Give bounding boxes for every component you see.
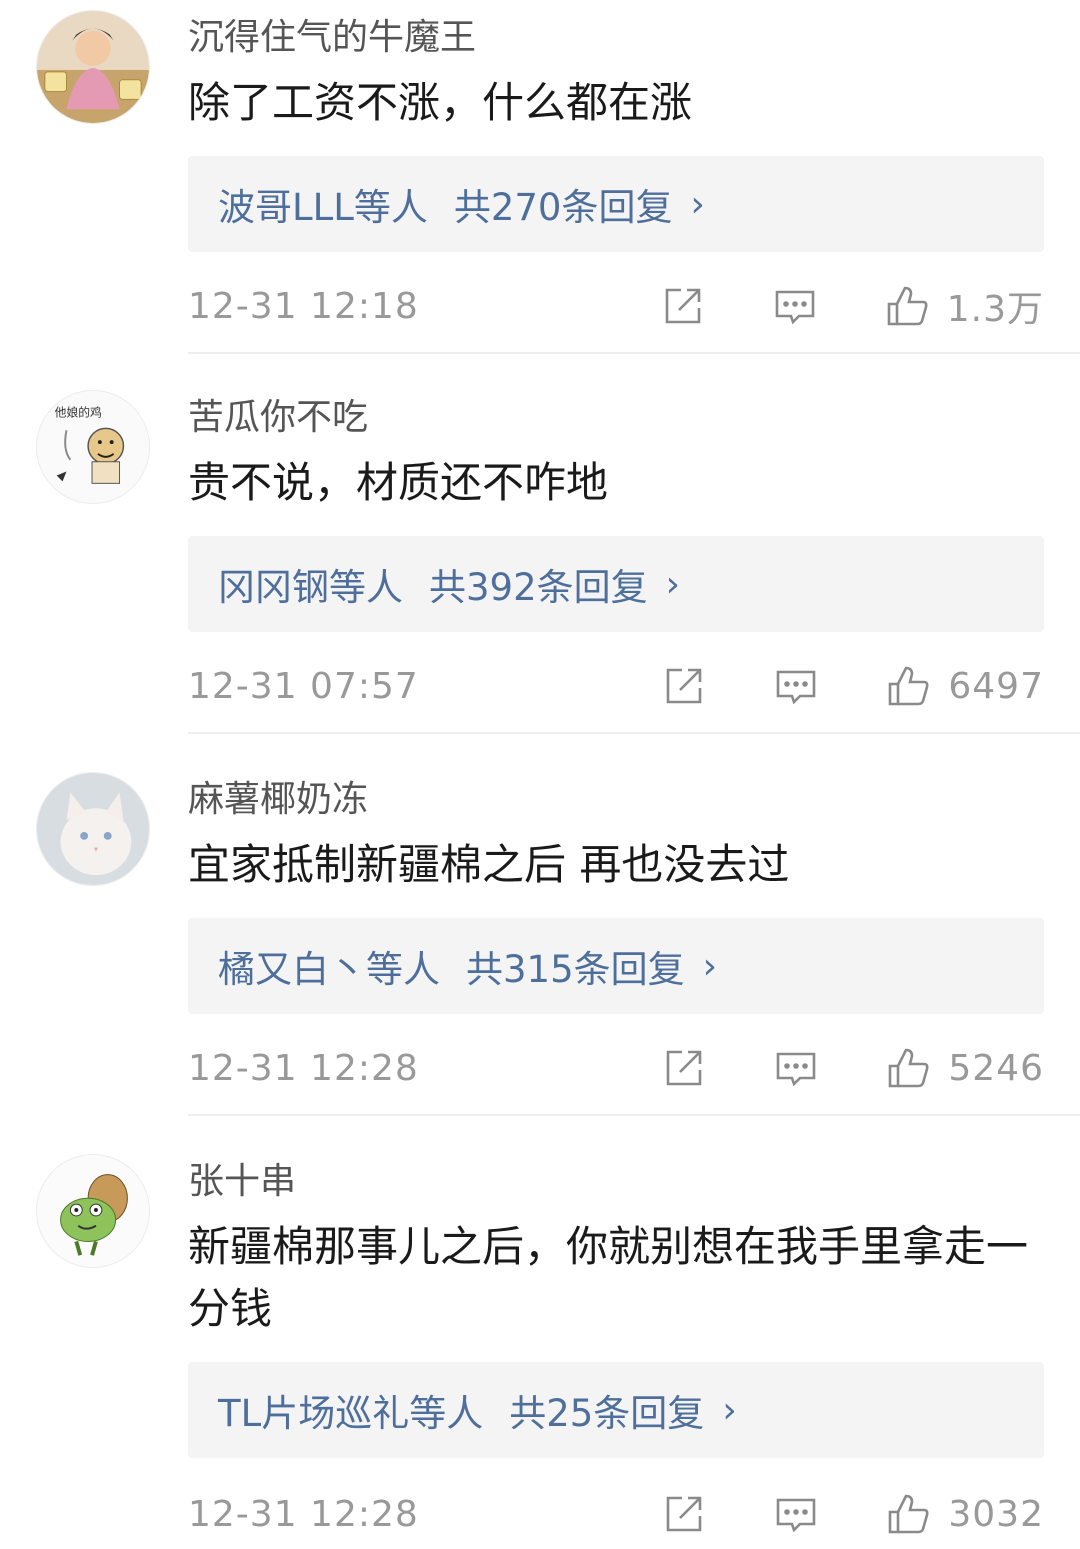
timestamp: 12-31 12:28 (188, 1493, 419, 1535)
replies-link[interactable]: 橘又白丶等人 共315条回复 › (188, 918, 1044, 1014)
comment-meta: 12-31 12:28 3032 (188, 1484, 1044, 1544)
avatar[interactable] (36, 1154, 150, 1268)
thumbs-up-icon (889, 1048, 929, 1088)
avatar-photo-icon (37, 11, 149, 123)
replies-link[interactable]: 波哥LLL等人 共270条回复 › (188, 156, 1044, 252)
avatar[interactable]: 他娘的鸡 (36, 390, 150, 504)
share-icon (667, 1050, 702, 1086)
share-button[interactable] (662, 1492, 706, 1536)
replies-by: 橘又白丶等人 (218, 948, 440, 991)
like-count: 6497 (948, 665, 1044, 707)
comment-item: 张十串 新疆棉那事儿之后，你就别想在我手里拿走一分钱 TL片场巡礼等人 共25条… (0, 1144, 1080, 1549)
avatar-meme-icon: 他娘的鸡 (37, 391, 149, 503)
avatar[interactable] (36, 10, 150, 124)
like-button[interactable]: 5246 (886, 1046, 1044, 1090)
comment-item: 他娘的鸡 苦瓜你不吃 贵不说，材质还不咋地 冈冈钢等人 共392条回复 › 12… (0, 380, 1080, 736)
like-count: 1.3万 (946, 289, 1044, 330)
avatar[interactable] (36, 772, 150, 886)
replies-link[interactable]: 冈冈钢等人 共392条回复 › (188, 536, 1044, 632)
replies-total: 共25条回复 (509, 1392, 705, 1435)
comment-text: 宜家抵制新疆棉之后 再也没去过 (188, 840, 790, 889)
chevron-right-icon: › (690, 183, 705, 225)
comment-item: 麻薯椰奶冻 宜家抵制新疆棉之后 再也没去过 橘又白丶等人 共315条回复 › 1… (0, 762, 1080, 1118)
divider (188, 352, 1080, 354)
replies-total: 共270条回复 (453, 186, 673, 229)
timestamp: 12-31 12:18 (188, 285, 419, 327)
timestamp: 12-31 07:57 (188, 665, 419, 707)
thumbs-up-icon (889, 1494, 929, 1534)
replies-by: TL片场巡礼等人 (218, 1392, 484, 1435)
share-icon (665, 288, 701, 324)
username[interactable]: 张十串 (188, 1160, 296, 1204)
share-button[interactable] (662, 1046, 706, 1090)
share-button[interactable] (661, 284, 705, 328)
comment-meta: 12-31 07:57 6497 (188, 656, 1044, 716)
reply-button[interactable] (774, 1046, 818, 1090)
divider (188, 732, 1080, 734)
chevron-right-icon: › (702, 945, 718, 987)
share-icon (667, 668, 702, 704)
comment-icon (777, 1052, 816, 1087)
divider (188, 1114, 1080, 1116)
share-icon (667, 1496, 702, 1532)
reply-button[interactable] (774, 664, 818, 708)
username[interactable]: 麻薯椰奶冻 (188, 778, 368, 822)
comment-text: 除了工资不涨，什么都在涨 (188, 78, 693, 127)
chevron-right-icon: › (722, 1389, 737, 1431)
reply-button[interactable] (773, 284, 817, 328)
comment-meta: 12-31 12:18 1.3万 (188, 276, 1044, 336)
comment-icon (777, 1498, 816, 1533)
username[interactable]: 苦瓜你不吃 (188, 396, 368, 440)
replies-link[interactable]: TL片场巡礼等人 共25条回复 › (188, 1362, 1044, 1458)
comment-icon (775, 290, 815, 325)
avatar-frog-icon (37, 1155, 149, 1267)
reply-button[interactable] (774, 1492, 818, 1536)
like-count: 3032 (948, 1493, 1044, 1535)
like-button[interactable]: 6497 (886, 664, 1044, 708)
chevron-right-icon: › (665, 563, 681, 605)
like-button[interactable]: 3032 (886, 1492, 1044, 1536)
username[interactable]: 沉得住气的牛魔王 (188, 16, 476, 60)
thumbs-up-icon (889, 666, 929, 706)
timestamp: 12-31 12:28 (188, 1047, 419, 1089)
replies-by: 冈冈钢等人 (218, 566, 403, 609)
comment-text: 新疆棉那事儿之后，你就别想在我手里拿走一分钱 (188, 1222, 1029, 1333)
avatar-kitten-icon (37, 773, 149, 885)
comment-meta: 12-31 12:28 5246 (188, 1038, 1044, 1098)
comment-item: 沉得住气的牛魔王 除了工资不涨，什么都在涨 波哥LLL等人 共270条回复 › … (0, 0, 1080, 356)
replies-by: 波哥LLL等人 (218, 186, 428, 229)
svg-text:他娘的鸡: 他娘的鸡 (55, 406, 102, 420)
comment-feed: 沉得住气的牛魔王 除了工资不涨，什么都在涨 波哥LLL等人 共270条回复 › … (0, 0, 1080, 1549)
replies-total: 共392条回复 (429, 566, 648, 609)
like-button[interactable]: 1.3万 (885, 280, 1044, 332)
comment-icon (777, 670, 816, 705)
like-count: 5246 (948, 1047, 1044, 1089)
comment-text: 贵不说，材质还不咋地 (188, 458, 609, 507)
thumbs-up-icon (887, 286, 928, 326)
replies-total: 共315条回复 (466, 948, 685, 991)
share-button[interactable] (662, 664, 706, 708)
